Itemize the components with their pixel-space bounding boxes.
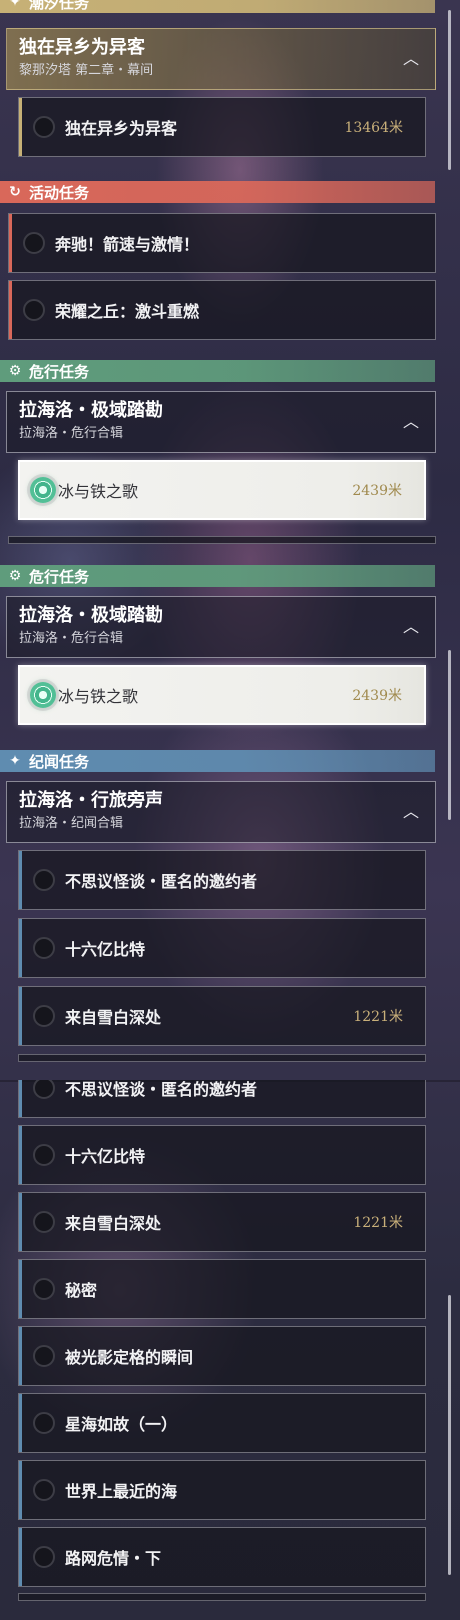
quest-item[interactable]: 秘密 (18, 1259, 426, 1319)
quest-distance: 1221米 (353, 1215, 403, 1231)
chevron-up-icon[interactable]: ︿ (401, 802, 421, 822)
category-label: 纪闻任务 (29, 752, 90, 771)
category-header-event: ↻ 活动任务 (0, 181, 435, 203)
quest-name: 来自雪白深处 (65, 1214, 162, 1233)
category-header-story: ✦ 纪闻任务 (0, 750, 435, 772)
quest-name: 冰与铁之歌 (58, 687, 139, 706)
chevron-up-icon[interactable]: ︿ (401, 49, 421, 69)
quest-name: 不思议怪谈・匿名的邀约者 (65, 872, 258, 891)
category-header-peril: ⚙ 危行任务 (0, 565, 435, 587)
quest-item-selected[interactable]: 冰与铁之歌 2439米 (18, 665, 426, 725)
quest-item[interactable]: 被光影定格的瞬间 (18, 1326, 426, 1386)
track-circle-icon[interactable] (33, 1278, 55, 1300)
quest-group-peril[interactable]: 拉海洛・极域踏勘 拉海洛・危行合辑 ︿ (6, 596, 436, 658)
quest-distance: 2439米 (352, 688, 402, 704)
list-seam (18, 1054, 426, 1062)
quest-item[interactable]: 星海如故（一） (18, 1393, 426, 1453)
quest-name: 十六亿比特 (65, 940, 146, 959)
list-seam (8, 536, 436, 544)
group-title: 独在异乡为异客 (19, 37, 145, 58)
sparkle-icon: ✦ (9, 0, 21, 10)
quest-item[interactable]: 来自雪白深处 1221米 (18, 986, 426, 1046)
quest-name: 路网危情・下 (65, 1549, 162, 1568)
quest-item[interactable]: 独在异乡为异客 13464米 (18, 97, 426, 157)
scrollbar[interactable] (448, 650, 451, 820)
category-header-peril: ⚙ 危行任务 (0, 360, 435, 382)
category-header-main: ✦ 潮汐任务 (0, 0, 435, 13)
quest-item[interactable]: 十六亿比特 (18, 918, 426, 978)
quest-name: 被光影定格的瞬间 (65, 1348, 194, 1367)
quest-name: 星海如故（一） (65, 1415, 178, 1434)
track-circle-icon[interactable] (33, 1479, 55, 1501)
group-title: 拉海洛・极域踏勘 (19, 400, 163, 421)
group-subtitle: 黎那汐塔 第二章・幕间 (19, 63, 154, 78)
quest-name: 秘密 (65, 1281, 98, 1300)
quest-list-bottom: 不思议怪谈・匿名的邀约者 十六亿比特 来自雪白深处 1221米 秘密 被光影定格… (0, 1080, 460, 1620)
quest-group-peril[interactable]: 拉海洛・极域踏勘 拉海洛・危行合辑 ︿ (6, 391, 436, 453)
quest-name: 来自雪白深处 (65, 1008, 162, 1027)
track-circle-icon[interactable] (33, 1144, 55, 1166)
group-subtitle: 拉海洛・危行合辑 (19, 426, 124, 441)
quest-item[interactable]: 十六亿比特 (18, 1125, 426, 1185)
track-circle-icon[interactable] (33, 116, 55, 138)
tracking-target-icon[interactable] (30, 477, 56, 503)
peril-gear-icon: ⚙ (8, 363, 22, 379)
quest-distance: 1221米 (353, 1009, 403, 1025)
track-circle-icon[interactable] (23, 299, 45, 321)
peril-gear-icon: ⚙ (8, 568, 22, 584)
list-seam (18, 1593, 426, 1601)
quest-name: 奔驰！箭速与激情！ (55, 235, 200, 254)
track-circle-icon[interactable] (33, 937, 55, 959)
quest-name: 十六亿比特 (65, 1147, 146, 1166)
group-subtitle: 拉海洛・纪闻合辑 (19, 816, 124, 831)
quest-item[interactable]: 来自雪白深处 1221米 (18, 1192, 426, 1252)
quest-name: 荣耀之丘：激斗重燃 (55, 302, 200, 321)
quest-group-story[interactable]: 拉海洛・行旅旁声 拉海洛・纪闻合辑 ︿ (6, 781, 436, 843)
track-circle-icon[interactable] (33, 1546, 55, 1568)
scrollbar[interactable] (448, 1295, 451, 1575)
chevron-up-icon[interactable]: ︿ (401, 412, 421, 432)
quest-item[interactable]: 荣耀之丘：激斗重燃 (8, 280, 436, 340)
quest-name: 不思议怪谈・匿名的邀约者 (65, 1080, 258, 1099)
event-refresh-icon: ↻ (9, 184, 21, 200)
sparkle-icon: ✦ (9, 753, 21, 769)
quest-distance: 2439米 (352, 483, 402, 499)
quest-item[interactable]: 世界上最近的海 (18, 1460, 426, 1520)
track-circle-icon[interactable] (33, 1412, 55, 1434)
quest-item[interactable]: 路网危情・下 (18, 1527, 426, 1587)
group-title: 拉海洛・极域踏勘 (19, 605, 163, 626)
tracking-target-icon[interactable] (30, 682, 56, 708)
track-circle-icon[interactable] (33, 869, 55, 891)
group-subtitle: 拉海洛・危行合辑 (19, 631, 124, 646)
quest-distance: 13464米 (344, 120, 403, 136)
quest-item-selected[interactable]: 冰与铁之歌 2439米 (18, 460, 426, 520)
track-circle-icon[interactable] (23, 232, 45, 254)
quest-group-main[interactable]: 独在异乡为异客 黎那汐塔 第二章・幕间 ︿ (6, 28, 436, 90)
category-label: 危行任务 (29, 362, 90, 381)
category-label: 危行任务 (29, 567, 90, 586)
quest-list-top: ✦ 潮汐任务 独在异乡为异客 黎那汐塔 第二章・幕间 ︿ 独在异乡为异客 134… (0, 0, 460, 1080)
quest-item[interactable]: 不思议怪谈・匿名的邀约者 (18, 1080, 426, 1118)
quest-item[interactable]: 不思议怪谈・匿名的邀约者 (18, 850, 426, 910)
quest-name: 独在异乡为异客 (65, 119, 178, 138)
group-title: 拉海洛・行旅旁声 (19, 790, 163, 811)
quest-item[interactable]: 奔驰！箭速与激情！ (8, 213, 436, 273)
category-label: 活动任务 (29, 183, 90, 202)
quest-name: 世界上最近的海 (65, 1482, 178, 1501)
track-circle-icon[interactable] (33, 1345, 55, 1367)
scrollbar[interactable] (448, 10, 451, 170)
quest-name: 冰与铁之歌 (58, 482, 139, 501)
chevron-up-icon[interactable]: ︿ (401, 617, 421, 637)
track-circle-icon[interactable] (33, 1005, 55, 1027)
track-circle-icon[interactable] (33, 1211, 55, 1233)
category-label: 潮汐任务 (29, 0, 90, 12)
track-circle-icon[interactable] (33, 1080, 55, 1099)
